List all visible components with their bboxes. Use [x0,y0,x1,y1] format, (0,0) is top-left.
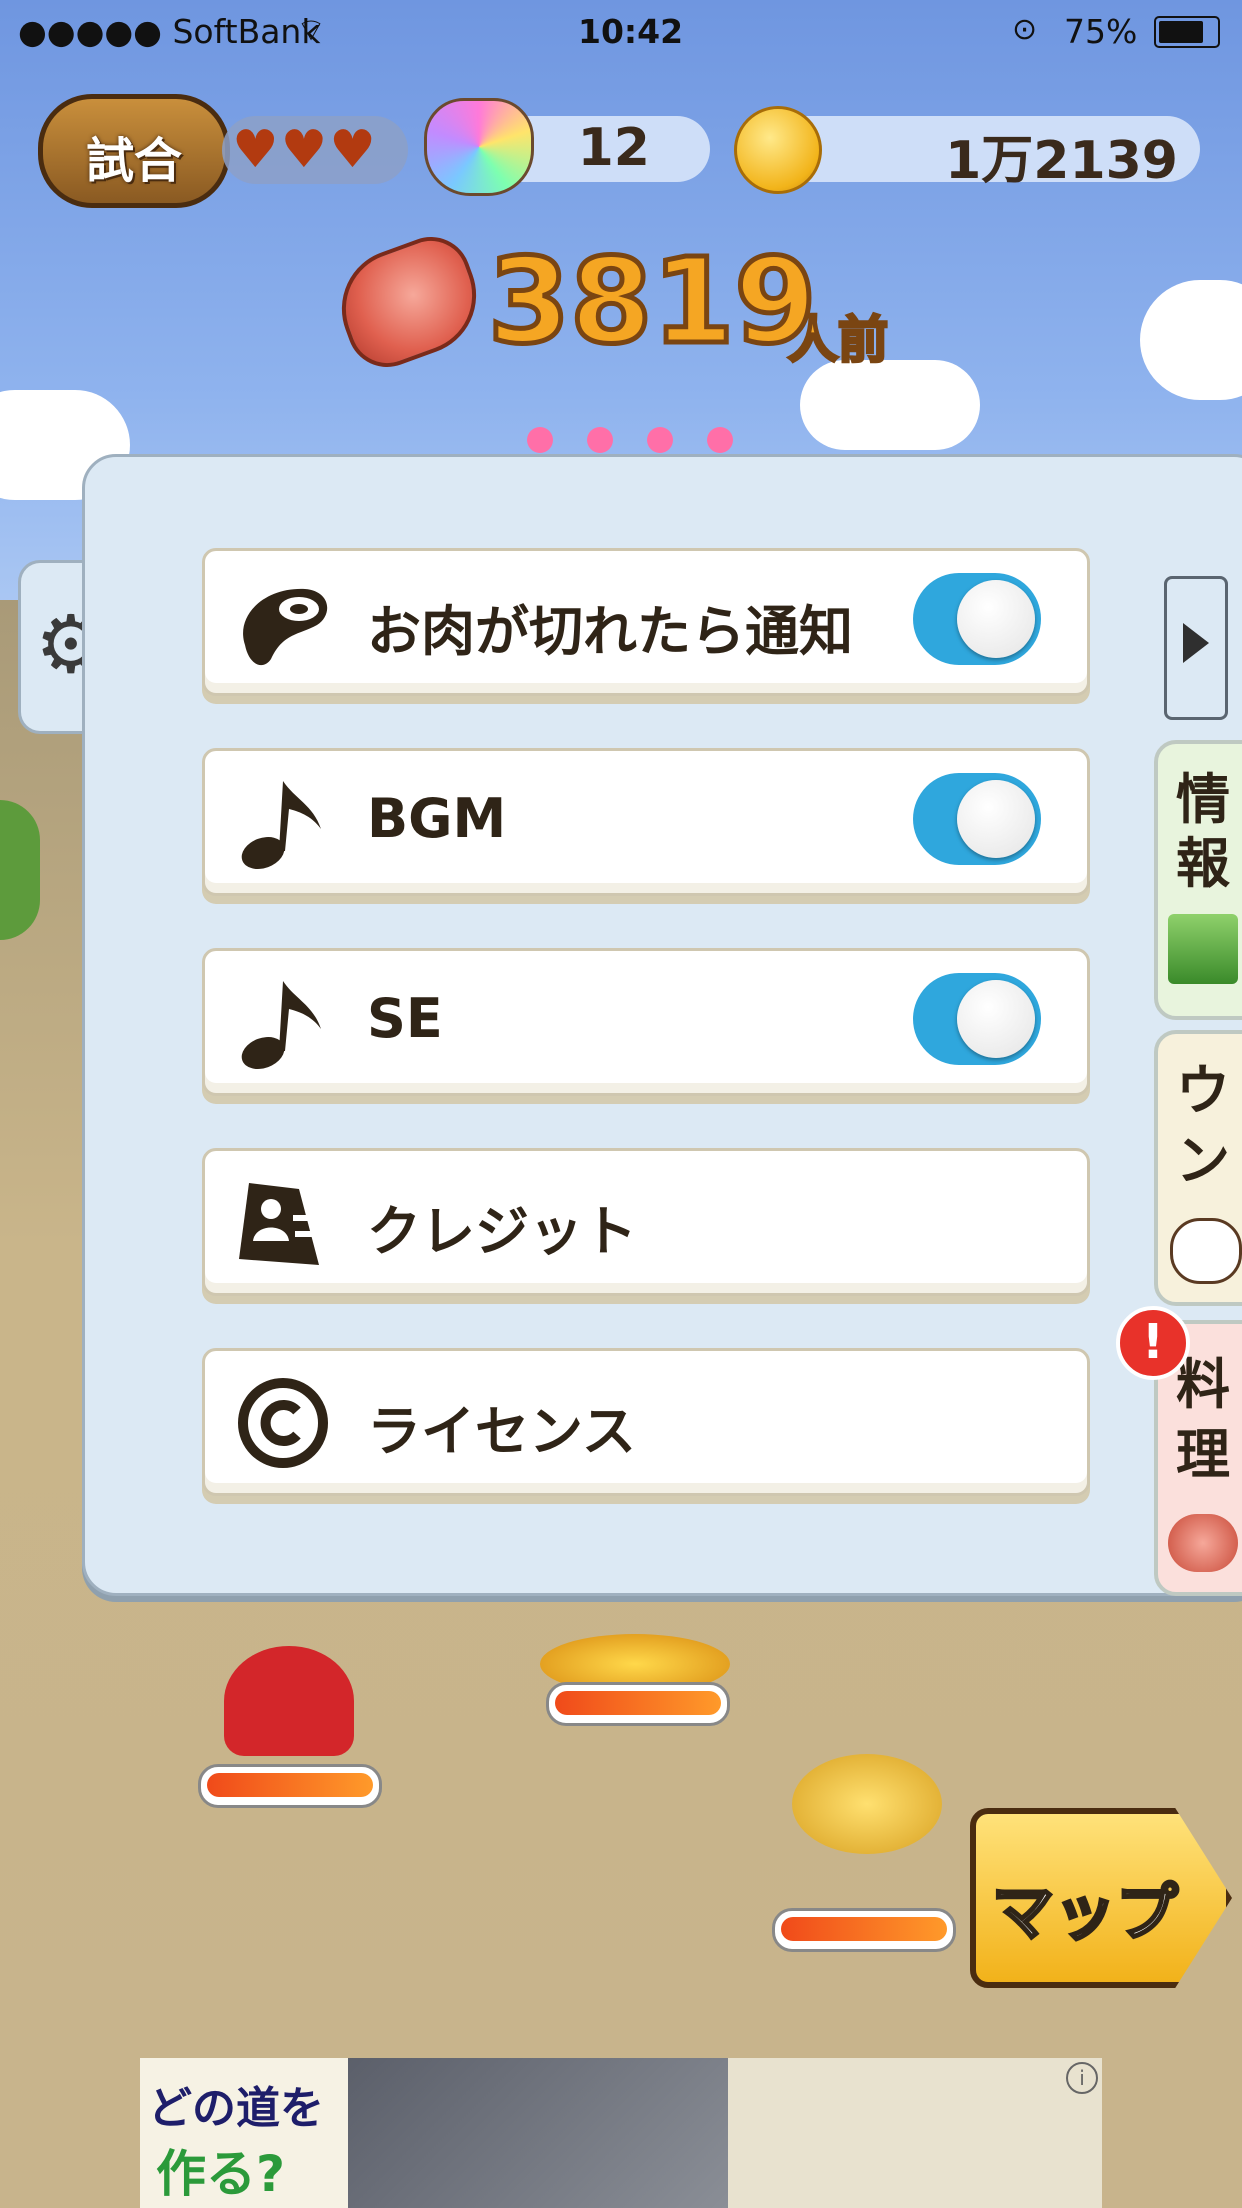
ad-info-icon[interactable]: i [1066,2062,1098,2094]
collapse-panel-button[interactable] [1164,576,1228,720]
ad-artwork [348,2058,728,2208]
notify-meat-toggle[interactable] [913,573,1041,665]
pot-station[interactable] [792,1754,942,1854]
meat-icon [1168,1514,1238,1572]
ad-text-panel: どの道を 作る? [140,2058,348,2208]
se-label: SE [367,987,443,1050]
toggle-knob [957,780,1035,858]
cooking-station[interactable] [224,1646,354,1756]
alert-badge-icon: ! [1116,1306,1190,1380]
progress-gauge [772,1908,956,1952]
status-bar: ●●●●● SoftBank ⌔ 10:42 ⊙ 75% [0,0,1242,64]
license-label: ライセンス [367,1400,636,1463]
copyright-icon [235,1375,331,1471]
battery-icon [1154,16,1220,48]
coin-count: 1万2139 [945,131,1178,191]
map-button-label: マップ [990,1875,1179,1951]
battery-percent: 75% [1064,12,1138,51]
carrier-label: ●●●●● SoftBank [18,12,321,51]
music-note-icon [235,975,331,1071]
credit-button[interactable]: クレジット [202,1148,1090,1296]
tab-cooking-label: 料理 [1176,1353,1230,1486]
match-button-label: 試合 [85,133,182,189]
meat-icon [235,575,331,671]
ad-banner[interactable]: どの道を 作る? i [140,2058,1102,2208]
bgm-row: BGM [202,748,1090,896]
progress-gauge [198,1764,382,1808]
meat-count: 3819 [485,230,818,373]
meat-unit: 人前 [787,310,890,371]
bgm-label: BGM [367,787,507,850]
id-card-icon [235,1175,331,1271]
se-toggle[interactable] [913,973,1041,1065]
coin-icon [734,106,822,194]
bgm-toggle[interactable] [913,773,1041,865]
tab-info[interactable]: 情報 [1154,740,1242,1020]
ad-text-line1: どの道を [148,2083,324,2134]
rotation-lock-icon: ⊙ [1012,12,1038,47]
tab-unko-label: ウン [1176,1059,1230,1192]
clock: 10:42 [578,12,684,51]
hearts-bar: ♥♥♥ [222,116,408,184]
tree [0,800,40,940]
progress-gauge [546,1682,730,1726]
ad-puzzle-area [728,2058,1102,2208]
cow-face-icon [1170,1218,1242,1284]
tab-unko[interactable]: ウン [1154,1030,1242,1306]
license-button[interactable]: ライセンス [202,1348,1090,1496]
play-arrow-icon [1183,623,1209,663]
toggle-knob [957,580,1035,658]
grass-icon [1168,914,1238,984]
wifi-icon: ⌔ [296,11,327,49]
cloud [800,360,980,450]
music-note-icon [235,775,331,871]
toggle-knob [957,980,1035,1058]
notify-meat-row: お肉が切れたら通知 [202,548,1090,696]
tab-info-label: 情報 [1176,768,1230,895]
heart-icons: ♥♥♥ [232,120,378,180]
rainbow-cow-icon [424,98,534,196]
cow-ticket-count: 12 [577,118,650,178]
se-row: SE [202,948,1090,1096]
coin-counter: 1万2139 [772,116,1200,191]
match-button[interactable]: 試合 [38,94,230,208]
ad-text-line2: 作る? [156,2145,286,2203]
credit-label: クレジット [367,1200,637,1263]
notify-meat-label: お肉が切れたら通知 [367,600,853,663]
